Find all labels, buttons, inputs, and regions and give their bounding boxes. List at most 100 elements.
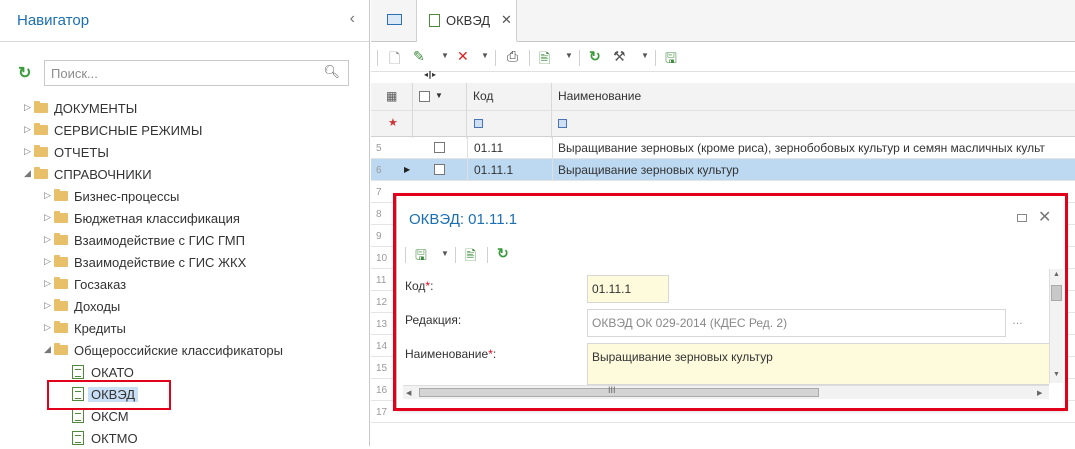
refresh-icon[interactable]: ↻ xyxy=(18,63,31,83)
tree-item-label: ОКСМ xyxy=(91,409,129,424)
pin-icon[interactable]: ★ xyxy=(388,116,398,129)
tree-item[interactable]: ▷ СЕРВИСНЫЕ РЕЖИМЫ xyxy=(0,119,370,141)
column-header-name[interactable]: Наименование xyxy=(552,83,1075,110)
cell-code: 01.11.1 xyxy=(474,163,514,177)
folder-icon xyxy=(54,211,68,223)
tree-item-label: Доходы xyxy=(74,299,121,314)
save-icon[interactable]: 🖫︎ xyxy=(415,245,427,269)
delete-icon[interactable]: ✕ xyxy=(457,48,469,65)
collapsed-arrow-icon[interactable]: ▷ xyxy=(44,322,51,333)
row-number: 12 xyxy=(376,297,388,308)
save-dropdown-icon[interactable]: ▼ xyxy=(441,249,449,258)
maximize-icon[interactable] xyxy=(1017,214,1027,222)
folder-icon xyxy=(34,101,48,113)
search-input[interactable] xyxy=(45,61,315,85)
resize-handle-icon[interactable]: ◂∥▸ xyxy=(424,70,436,79)
row-checkbox[interactable] xyxy=(434,142,445,153)
collapsed-arrow-icon[interactable]: ▷ xyxy=(44,278,51,289)
collapsed-arrow-icon[interactable]: ▷ xyxy=(44,234,51,245)
new-document-icon[interactable]: 🗋︎ xyxy=(389,48,400,72)
scroll-down-icon[interactable]: ▼ xyxy=(1053,371,1060,378)
tree-item[interactable]: ▷ Взаимодействие с ГИС ЖКХ xyxy=(0,251,370,273)
delete-dropdown-icon[interactable]: ▼ xyxy=(481,51,489,60)
tree-item-label: Госзаказ xyxy=(74,277,127,292)
column-divider xyxy=(552,137,553,159)
tab-okved[interactable]: ОКВЭД ✕ xyxy=(417,0,517,42)
print-icon[interactable]: ⎙ xyxy=(507,48,518,65)
horizontal-scrollbar[interactable]: ◀ III ▶ xyxy=(403,385,1049,399)
column-header-code[interactable]: Код xyxy=(467,83,552,110)
tools-icon[interactable]: ⚒ xyxy=(613,48,626,65)
collapsed-arrow-icon[interactable]: ▷ xyxy=(44,212,51,223)
name-label: Наименование*: xyxy=(405,347,497,361)
toolbar-divider xyxy=(455,247,456,263)
select-all-checkbox[interactable] xyxy=(419,91,430,102)
column-divider xyxy=(552,159,553,181)
table-row[interactable]: 5 01.11 Выращивание зерновых (кроме риса),… xyxy=(371,137,1075,159)
edit-dropdown-icon[interactable]: ▼ xyxy=(441,51,449,60)
tree-item-label: Бизнес-процессы xyxy=(74,189,180,204)
filter-cell-name[interactable] xyxy=(552,111,1075,138)
edit-dialog: ОКВЭД: 01.11.1 ✕ 🖫︎ ▼ 🖹︎ ↻ Код*: 01.11.1… xyxy=(396,194,1066,410)
column-chooser-icon[interactable]: ▦ xyxy=(386,89,397,103)
tree-item[interactable]: ▷ ДОКУМЕНТЫ xyxy=(0,97,370,119)
tree-item[interactable]: ▷ Взаимодействие с ГИС ГМП xyxy=(0,229,370,251)
tree-item[interactable]: ОКАТО xyxy=(0,361,370,383)
toolbar-divider xyxy=(529,50,530,66)
scroll-up-icon[interactable]: ▲ xyxy=(1053,271,1060,278)
collapsed-arrow-icon[interactable]: ▷ xyxy=(24,146,31,157)
cell-code: 01.11 xyxy=(474,141,504,155)
code-field[interactable]: 01.11.1 xyxy=(587,275,669,303)
close-dialog-icon[interactable]: ✕ xyxy=(1038,207,1051,227)
tree-item[interactable]: ▷ ОТЧЕТЫ xyxy=(0,141,370,163)
row-checkbox[interactable] xyxy=(434,164,445,175)
tree-item[interactable]: ▷ Бизнес-процессы xyxy=(0,185,370,207)
tools-dropdown-icon[interactable]: ▼ xyxy=(641,51,649,60)
select-dropdown-icon[interactable]: ▼ xyxy=(435,91,443,100)
filter-icon[interactable] xyxy=(558,119,567,128)
tree-item[interactable]: ▷ Кредиты xyxy=(0,317,370,339)
row-number: 16 xyxy=(376,385,388,396)
collapsed-arrow-icon[interactable]: ▷ xyxy=(24,102,31,113)
table-row[interactable]: 6 ▶ 01.11.1 Выращивание зерновых культур xyxy=(371,159,1075,181)
expanded-arrow-icon[interactable]: ◢ xyxy=(44,344,51,355)
collapse-icon[interactable]: ‹ xyxy=(350,10,355,28)
approve-document-icon[interactable]: 🖹︎ xyxy=(465,245,476,269)
tree-item[interactable]: ОКВЭД xyxy=(0,383,370,405)
horizontal-scroll-thumb[interactable]: III xyxy=(419,385,819,397)
report-icon[interactable]: 🖹︎ xyxy=(539,48,550,72)
edition-select-button[interactable]: … xyxy=(1005,309,1029,337)
edit-icon[interactable]: ✎ xyxy=(413,48,425,65)
vertical-scrollbar[interactable]: ▲ ▼ xyxy=(1049,269,1063,383)
edition-field[interactable]: ОКВЭД ОК 029-2014 (КДЕС Ред. 2) … xyxy=(587,309,1029,337)
navigator-title: Навигатор xyxy=(17,12,90,29)
tree-item[interactable]: ▷ Госзаказ xyxy=(0,273,370,295)
tree-item[interactable]: ▷ Бюджетная классификация xyxy=(0,207,370,229)
save-icon[interactable]: 🖫︎ xyxy=(665,48,677,72)
collapsed-arrow-icon[interactable]: ▷ xyxy=(44,256,51,267)
name-field[interactable]: Выращивание зерновых культур xyxy=(587,343,1049,385)
tree-item[interactable]: ◢ СПРАВОЧНИКИ xyxy=(0,163,370,185)
filter-clear-cell: ★ xyxy=(371,111,413,138)
filter-cell-code[interactable] xyxy=(467,111,552,138)
collapsed-arrow-icon[interactable]: ▷ xyxy=(24,124,31,135)
tree-item[interactable]: ▷ Доходы xyxy=(0,295,370,317)
tree-item-label: ОКТМО xyxy=(91,431,138,446)
expanded-arrow-icon[interactable]: ◢ xyxy=(24,168,31,179)
refresh-icon[interactable]: ↻ xyxy=(497,245,509,262)
vertical-scroll-thumb[interactable] xyxy=(1051,285,1062,301)
filter-cell-select xyxy=(413,111,467,138)
collapsed-arrow-icon[interactable]: ▷ xyxy=(44,300,51,311)
scroll-left-icon[interactable]: ◀ xyxy=(406,389,411,397)
report-dropdown-icon[interactable]: ▼ xyxy=(565,51,573,60)
folder-icon xyxy=(54,299,68,311)
tree-item[interactable]: ◢ Общероссийские классификаторы xyxy=(0,339,370,361)
tab-home[interactable] xyxy=(371,0,417,42)
filter-icon[interactable] xyxy=(474,119,483,128)
refresh-grid-icon[interactable]: ↻ xyxy=(589,48,601,65)
tree-item[interactable]: ОКСМ xyxy=(0,405,370,427)
scroll-right-icon[interactable]: ▶ xyxy=(1037,389,1042,397)
collapsed-arrow-icon[interactable]: ▷ xyxy=(44,190,51,201)
close-tab-icon[interactable]: ✕ xyxy=(501,12,512,28)
search-icon[interactable]: 🔍︎ xyxy=(323,64,340,80)
